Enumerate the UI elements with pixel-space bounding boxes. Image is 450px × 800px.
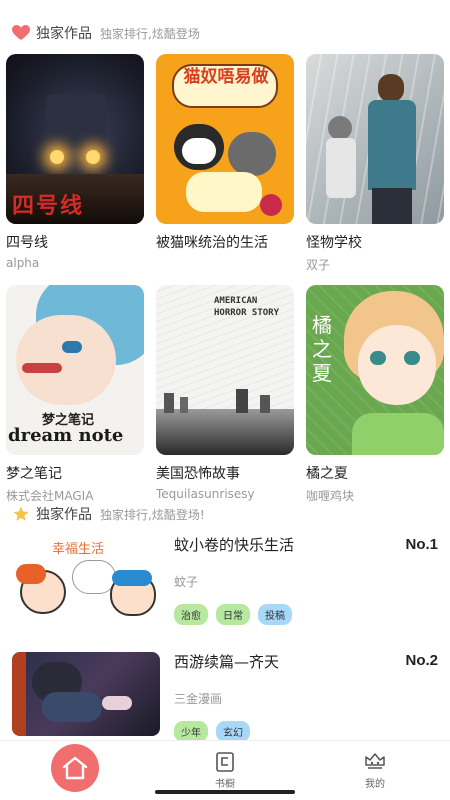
- section-subtitle: 独家排行,炫酷登场!: [100, 507, 205, 522]
- profile-icon: [365, 753, 385, 769]
- ranking-info: 西游续篇—齐天 三金漫画 少年 玄幻: [174, 640, 438, 750]
- section-title: 独家作品: [36, 507, 92, 523]
- cover-title: 猫奴唔易做: [183, 67, 269, 87]
- tag-list: 治愈 日常 投稿: [174, 604, 438, 625]
- tag[interactable]: 玄幻: [216, 721, 250, 742]
- comic-author: 咖喱鸡块: [306, 489, 355, 503]
- tag[interactable]: 投稿: [258, 604, 292, 625]
- comic-cover[interactable]: AMERICAN HORROR STORY: [156, 285, 294, 455]
- section-subtitle: 独家排行,炫酷登场: [100, 26, 200, 41]
- comic-card[interactable]: 猫奴唔易做 被猫咪统治的生活: [156, 54, 294, 273]
- rank-number: No.2: [405, 652, 438, 669]
- home-icon: [62, 756, 88, 779]
- comic-card[interactable]: 怪物学校 双子: [306, 54, 444, 273]
- comic-card[interactable]: 梦之笔记 dream note 梦之笔记 株式会社MAGIA: [6, 285, 144, 504]
- tag[interactable]: 少年: [174, 721, 208, 742]
- tab-home[interactable]: [0, 741, 150, 800]
- ranking-item[interactable]: 幸福生活 蚊小卷的快乐生活 蚊子 治愈 日常 投稿 No.1: [0, 526, 450, 636]
- comic-card[interactable]: 橘之夏 橘之夏 咖喱鸡块: [306, 285, 444, 504]
- ranking-thumbnail[interactable]: 幸福生活: [12, 526, 160, 622]
- section-header-exclusive: 独家作品 独家排行,炫酷登场: [12, 22, 200, 44]
- gesture-bar[interactable]: [155, 790, 295, 794]
- rank-number: No.1: [405, 536, 438, 553]
- star-icon: [13, 506, 29, 521]
- home-button[interactable]: [51, 743, 99, 792]
- tab-label: 我的: [365, 779, 385, 790]
- comic-cover[interactable]: 猫奴唔易做: [156, 54, 294, 224]
- comic-author: 双子: [306, 258, 331, 272]
- exclusive-grid: 四号线 四号线 alpha 猫奴唔易做 被猫咪统治的生活 怪物学校 双子 梦之笔…: [6, 54, 444, 516]
- ranking-list: 幸福生活 蚊小卷的快乐生活 蚊子 治愈 日常 投稿 No.1 西游续篇—齐天 三…: [0, 526, 450, 750]
- tab-profile[interactable]: 我的: [300, 741, 450, 800]
- comic-cover[interactable]: 橘之夏: [306, 285, 444, 455]
- comic-name: 被猫咪统治的生活: [156, 235, 268, 251]
- tag[interactable]: 日常: [216, 604, 250, 625]
- comic-author: alpha: [6, 256, 40, 270]
- ranking-title: 西游续篇—齐天: [174, 653, 280, 671]
- cover-title: 橘之夏: [312, 313, 332, 385]
- ranking-author: 三金漫画: [174, 692, 223, 706]
- ranking-item[interactable]: 西游续篇—齐天 三金漫画 少年 玄幻 No.2: [0, 640, 450, 750]
- ranking-thumbnail[interactable]: [12, 652, 160, 736]
- comic-name: 橘之夏: [306, 466, 348, 482]
- comic-cover[interactable]: [306, 54, 444, 224]
- comic-name: 四号线: [6, 235, 48, 251]
- comic-card[interactable]: 四号线 四号线 alpha: [6, 54, 144, 273]
- comic-name: 怪物学校: [306, 235, 362, 251]
- cover-title: AMERICAN HORROR STORY: [214, 296, 280, 318]
- comic-name: 梦之笔记: [6, 466, 62, 482]
- ranking-author: 蚊子: [174, 575, 199, 589]
- ranking-title: 蚊小卷的快乐生活: [174, 536, 295, 554]
- comic-author: 株式会社MAGIA: [6, 489, 94, 503]
- comic-cover[interactable]: 四号线: [6, 54, 144, 224]
- thumb-title: 幸福生活: [52, 542, 105, 557]
- cover-title: 四号线: [12, 194, 85, 219]
- comic-name: 美国恐怖故事: [156, 466, 240, 482]
- section-title: 独家作品: [36, 26, 92, 42]
- section-header-ranking: 独家作品 独家排行,炫酷登场!: [12, 503, 205, 525]
- comic-cover[interactable]: 梦之笔记 dream note: [6, 285, 144, 455]
- comic-author: Tequilasunrisesy: [156, 487, 255, 501]
- comic-card[interactable]: AMERICAN HORROR STORY 美国恐怖故事 Tequilasunr…: [156, 285, 294, 504]
- cover-subtitle: dream note: [8, 425, 124, 446]
- bookshelf-icon: [216, 752, 234, 772]
- heart-icon: [12, 25, 30, 40]
- tab-label: 书橱: [215, 779, 235, 790]
- ranking-info: 蚊小卷的快乐生活 蚊子 治愈 日常 投稿: [174, 526, 438, 636]
- tag[interactable]: 治愈: [174, 604, 208, 625]
- tag-list: 少年 玄幻: [174, 721, 438, 742]
